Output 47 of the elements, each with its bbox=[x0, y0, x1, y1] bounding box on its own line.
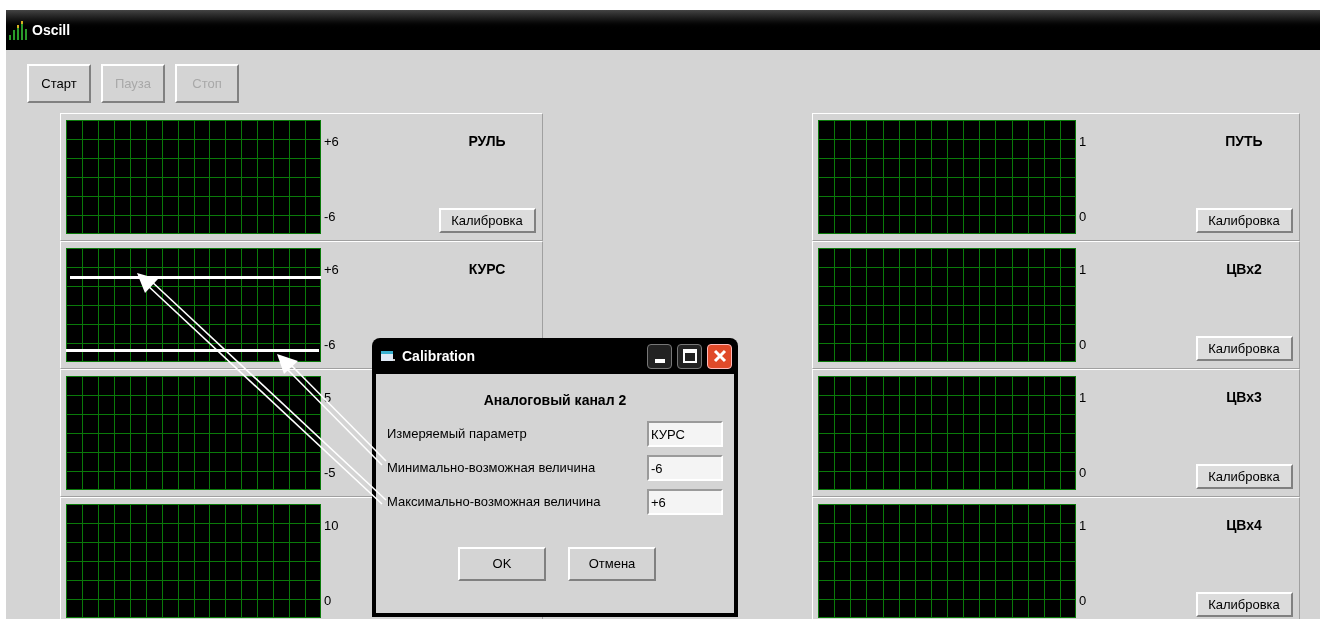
scale-label: 1 bbox=[1079, 389, 1088, 407]
scale-label: 0 bbox=[1079, 335, 1088, 354]
scale-label: 1 bbox=[1079, 133, 1088, 151]
close-button[interactable] bbox=[707, 343, 732, 369]
scale-label: 10 bbox=[324, 517, 340, 535]
channel-title: КУРС bbox=[468, 260, 506, 279]
close-icon bbox=[712, 349, 727, 363]
input-field[interactable]: КУРС bbox=[647, 421, 723, 447]
field-label: Минимально-возможная величина bbox=[387, 459, 596, 478]
minimize-button[interactable] bbox=[647, 343, 672, 369]
scale-label: -6 bbox=[324, 207, 337, 226]
scale-label: 0 bbox=[1079, 207, 1088, 226]
channel-title: ЦВх4 bbox=[1226, 516, 1262, 535]
calibrate-button[interactable]: Калибровка bbox=[438, 208, 536, 233]
minimize-icon bbox=[654, 358, 665, 363]
scale-label: +6 bbox=[324, 133, 340, 151]
window-icon bbox=[380, 349, 396, 363]
channel-title: ЦВх2 bbox=[1226, 260, 1262, 279]
dialog-title: Calibration bbox=[402, 346, 476, 366]
maximize-icon bbox=[682, 349, 697, 363]
calibrate-button[interactable]: Калибровка bbox=[1195, 208, 1293, 233]
scale-label: 0 bbox=[1079, 463, 1088, 482]
scale-label: 1 bbox=[1079, 261, 1088, 279]
toolbar-button[interactable]: Старт bbox=[27, 64, 91, 103]
channel-title: ПУТЬ bbox=[1225, 132, 1263, 151]
calibrate-button[interactable]: Калибровка bbox=[1195, 336, 1293, 361]
dialog-button[interactable]: OK bbox=[458, 547, 546, 581]
dialog-heading: Аналоговый канал 2 bbox=[482, 391, 628, 410]
scale-label: 0 bbox=[1079, 591, 1088, 610]
input-field[interactable]: -6 bbox=[647, 455, 723, 481]
channel-title: РУЛЬ bbox=[468, 132, 506, 151]
input-field[interactable]: +6 bbox=[647, 489, 723, 515]
maximize-button[interactable] bbox=[677, 343, 702, 369]
channel-title: ЦВх3 bbox=[1226, 388, 1262, 407]
scale-label: -5 bbox=[324, 463, 337, 482]
calibrate-button[interactable]: Калибровка bbox=[1195, 464, 1293, 489]
dialog-button[interactable]: Отмена bbox=[568, 547, 656, 581]
window-title: Oscill bbox=[32, 20, 71, 40]
scale-label: 0 bbox=[324, 591, 333, 610]
scale-label: -6 bbox=[324, 335, 337, 354]
field-label: Измеряемый параметр bbox=[387, 425, 527, 444]
scale-label: 5 bbox=[324, 389, 333, 407]
equalizer-icon bbox=[8, 19, 28, 41]
scale-label: +6 bbox=[324, 261, 340, 279]
calibrate-button[interactable]: Калибровка bbox=[1195, 592, 1293, 617]
scale-label: 1 bbox=[1079, 517, 1088, 535]
field-label: Максимально-возможная величина bbox=[387, 493, 601, 512]
